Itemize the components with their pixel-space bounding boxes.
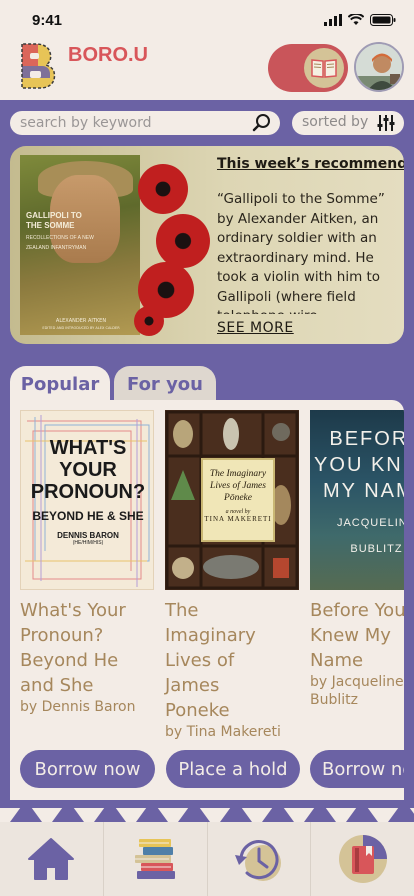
book-title-line: Imaginary	[165, 625, 256, 646]
signal-icon	[324, 14, 342, 26]
cover-pronouns: (HE/HIM/HIS)	[72, 540, 104, 546]
tab-popular[interactable]: Popular	[10, 366, 110, 402]
book-author: by Tina Makereti	[165, 724, 281, 740]
history-icon	[234, 840, 281, 881]
book-list: WHAT'S YOUR PRONOUN? BEYOND HE & SHE DEN…	[10, 400, 404, 800]
nav-home[interactable]	[0, 822, 104, 896]
book-title-line: Lives of	[165, 650, 235, 671]
recommendation-heading: This week’s recommend:	[217, 156, 404, 172]
recommendation-cover[interactable]: GALLIPOLI TO THE SOMME RECOLLECTIONS OF …	[20, 155, 140, 335]
borrow-now-button[interactable]: Borrow now	[310, 750, 404, 788]
status-icons	[324, 14, 396, 26]
book-author: by Jacqueline Bublitz	[310, 673, 404, 709]
wifi-icon	[348, 14, 364, 25]
cover-author: TINA MAKERETI	[204, 515, 272, 523]
book-card[interactable]: WHAT'S YOUR PRONOUN? BEYOND HE & SHE DEN…	[20, 410, 155, 716]
book-cover-text: WHAT'S YOUR PRONOUN? BEYOND HE & SHE DEN…	[29, 437, 147, 546]
book-title-line: Beyond He	[20, 650, 119, 671]
book-cover[interactable]: WHAT'S YOUR PRONOUN? BEYOND HE & SHE DEN…	[20, 410, 154, 590]
book-title-line: Poneke	[165, 700, 230, 721]
logo-icon	[21, 43, 56, 89]
book-title-line: Before You	[310, 600, 404, 621]
book-title[interactable]: What's Your Pronoun? Beyond He and She	[20, 598, 155, 698]
book-title[interactable]: Before You Knew My Name	[310, 598, 404, 673]
cover-author-text: ALEXANDER AITKEN	[55, 318, 107, 324]
toggle-knob	[304, 48, 344, 88]
book-author-line: Bublitz	[310, 692, 358, 708]
search-icon[interactable]	[252, 113, 272, 133]
book-title-line: What's Your	[20, 600, 126, 621]
avatar[interactable]	[354, 42, 404, 92]
cover-author: DENNIS BARON	[57, 531, 119, 540]
sort-button[interactable]: sorted by	[292, 111, 404, 135]
theme-toggle[interactable]	[268, 44, 348, 92]
bookshelf-icon	[338, 835, 387, 883]
decorative-triangles	[0, 800, 414, 822]
book-author-line: by Jacqueline	[310, 674, 404, 690]
recommendation-cover-title: GALLIPOLI TO THE SOMME RECOLLECTIONS OF …	[26, 211, 96, 253]
book-cover[interactable]: BEFORE YOU KNEW MY NAME JACQUELINE BUBLI…	[310, 410, 404, 590]
brand-name: BORO.U	[68, 44, 148, 66]
battery-icon	[370, 14, 396, 26]
cover-title-text: GALLIPOLI TO THE SOMME	[26, 211, 82, 231]
search-input[interactable]	[20, 114, 250, 132]
book-card[interactable]: BEFORE YOU KNEW MY NAME JACQUELINE BUBLI…	[310, 410, 404, 709]
book-title-line: Knew My	[310, 625, 391, 646]
bottom-nav	[0, 822, 414, 896]
cover-subtitle: BEYOND HE & SHE	[32, 509, 144, 523]
cover-title: BEFORE YOU KNEW MY NAME	[314, 428, 404, 502]
book-title-line: and She	[20, 675, 94, 696]
recommendation-cover-author: ALEXANDER AITKEN EDITED AND INTRODUCED B…	[26, 318, 136, 331]
book-cover-text: The Imaginary Lives of James Pōneke a no…	[201, 458, 275, 542]
book-icon	[311, 59, 337, 78]
cover-title: The Imaginary Lives of James Pōneke	[209, 469, 267, 503]
home-icon	[28, 838, 75, 880]
book-title-line: Pronoun?	[20, 625, 104, 646]
sort-label: sorted by	[302, 114, 369, 130]
tab-for-you[interactable]: For you	[114, 366, 216, 402]
cover-title: WHAT'S YOUR PRONOUN?	[30, 437, 146, 503]
sliders-icon	[377, 115, 395, 131]
see-more-link[interactable]: SEE MORE	[217, 320, 294, 336]
main-area: sorted by GALLIPOLI TO THE SOMME RECOLLE…	[0, 100, 414, 822]
status-time: 9:41	[32, 12, 63, 29]
book-title-line: James	[165, 675, 220, 696]
nav-shelf[interactable]	[311, 822, 414, 896]
book-title-line: Name	[310, 650, 364, 671]
book-author: by Dennis Baron	[20, 699, 136, 715]
recommendation-description: “Gallipoli to the Somme” by Alexander Ai…	[217, 191, 385, 314]
nav-history[interactable]	[208, 822, 312, 896]
book-cover-text: BEFORE YOU KNEW MY NAME JACQUELINE BUBLI…	[314, 426, 404, 562]
borrow-now-button[interactable]: Borrow now	[20, 750, 155, 788]
avatar-image	[356, 44, 402, 90]
recommendation-card[interactable]: GALLIPOLI TO THE SOMME RECOLLECTIONS OF …	[10, 146, 404, 344]
cover-author: JACQUELINE BUBLITZ	[336, 517, 404, 555]
book-card[interactable]: The Imaginary Lives of James Pōneke a no…	[165, 410, 300, 741]
poppy-icon	[134, 306, 164, 336]
app-header: BORO.U	[0, 36, 414, 100]
book-cover[interactable]: The Imaginary Lives of James Pōneke a no…	[165, 410, 299, 590]
poppy-icon	[156, 214, 210, 268]
book-title[interactable]: The Imaginary Lives of James Poneke	[165, 598, 300, 723]
search-box[interactable]	[10, 111, 280, 135]
books-stack-icon	[135, 839, 176, 879]
place-hold-button[interactable]: Place a hold	[166, 750, 300, 788]
nav-books[interactable]	[104, 822, 208, 896]
cover-subtitle-text: RECOLLECTIONS OF A NEW ZEALAND INFANTRYM…	[26, 234, 94, 252]
cover-introduction-text: EDITED AND INTRODUCED BY ALEX CALDER	[42, 325, 120, 330]
book-title-line: The	[165, 600, 199, 621]
poppy-icon	[138, 164, 188, 214]
